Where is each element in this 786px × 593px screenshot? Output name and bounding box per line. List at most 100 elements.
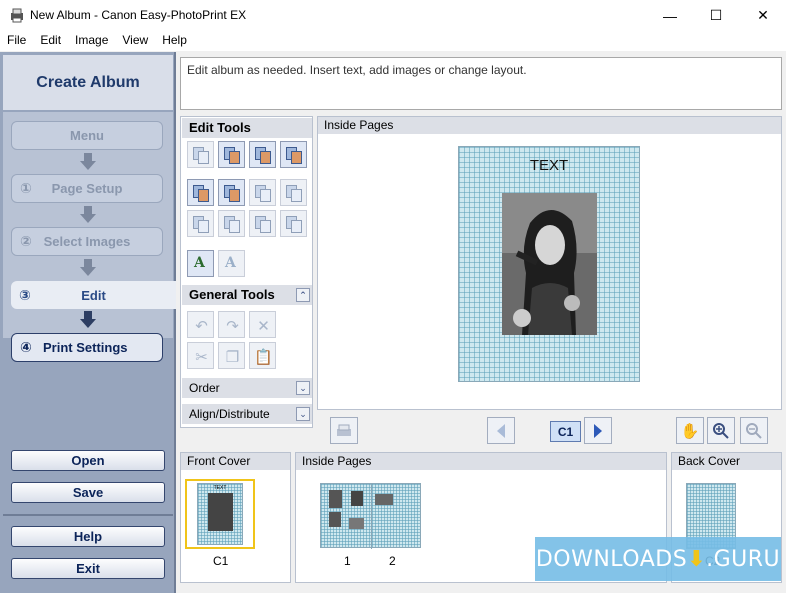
thumb-photo [351,491,363,506]
instruction-panel: Edit album as needed. Insert text, add i… [180,57,782,110]
down-arrow-icon [80,311,96,329]
duplicate-icon[interactable] [218,210,245,237]
back-cover-title: Back Cover [672,453,781,470]
front-cover-label: C1 [213,554,229,568]
bring-forward-icon[interactable] [187,141,214,168]
album-page[interactable]: TEXT [458,146,640,382]
exit-button[interactable]: Exit [11,558,165,579]
thumb-photo [375,494,393,505]
thumb-photo [329,490,342,508]
add-image-icon[interactable] [218,179,245,206]
step-number: ④ [20,339,32,355]
down-arrow-icon [80,259,96,277]
effect-icon[interactable] [280,210,307,237]
menu-view[interactable]: View [115,31,155,51]
step-page-setup[interactable]: ① Page Setup [11,174,163,203]
step-select-images-label: Select Images [43,234,131,249]
step-print-settings[interactable]: ④ Print Settings [11,333,163,362]
step-print-settings-label: Print Settings [43,340,128,355]
replace-image-icon[interactable] [249,179,276,206]
previous-page-icon[interactable] [487,417,515,444]
step-menu-label: Menu [70,128,104,143]
divider [3,514,173,516]
create-album-heading: Create Album [3,55,173,110]
instruction-text: Edit album as needed. Insert text, add i… [187,63,527,77]
window-title: New Album - Canon Easy-PhotoPrint EX [30,8,247,22]
step-number: ③ [19,286,31,303]
watermark-suffix: .GURU [706,546,781,572]
open-button[interactable]: Open [11,450,165,471]
add-frame-icon[interactable] [187,179,214,206]
undo-icon[interactable]: ↶ [187,311,214,338]
close-button[interactable]: ✕ [740,0,786,31]
thumb-photo [349,518,364,529]
maximize-button[interactable]: ☐ [693,0,739,31]
inside-pages-title: Inside Pages [296,453,666,470]
page-photo[interactable] [502,193,597,335]
background-icon[interactable] [280,141,307,168]
text-settings-icon[interactable]: A [218,250,245,277]
editor-title: Inside Pages [318,117,781,134]
printer-app-icon [11,8,23,23]
edit-tools-header: Edit Tools [182,118,312,138]
inside-spread-thumbnail[interactable] [320,483,421,549]
print-preview-icon[interactable] [330,417,358,444]
order-label: Order [189,381,220,395]
hand-tool-icon[interactable]: ✋ [676,417,704,444]
expand-icon[interactable]: ⌄ [296,381,310,395]
paste-icon[interactable]: 📋 [249,342,276,369]
save-button[interactable]: Save [11,482,165,503]
singer-photo [502,193,597,335]
crop-icon[interactable] [187,210,214,237]
general-tools-header: General Tools ⌃ [182,285,312,305]
inside-pages-editor: Inside Pages TEXT [317,116,782,410]
tools-panel: Edit Tools A A General Tools ⌃ ↶ ↷ ✕ ✂ ❐… [180,116,313,428]
down-arrow-icon [80,153,96,171]
step-number: ① [20,180,32,196]
current-page-label: C1 [550,421,581,442]
redo-icon[interactable]: ↷ [218,311,245,338]
zoom-in-icon[interactable] [707,417,735,444]
page-1-label: 1 [344,554,351,568]
thumb-text: TEXT [213,485,227,491]
minimize-button[interactable]: — [647,0,693,31]
step-select-images[interactable]: ② Select Images [11,227,163,256]
front-cover-panel: Front Cover TEXT C1 [180,452,291,583]
step-edit-label: Edit [81,287,106,303]
title-bar: New Album - Canon Easy-PhotoPrint EX — ☐… [0,0,786,31]
zoom-out-icon[interactable] [740,417,768,444]
help-button[interactable]: Help [11,526,165,547]
menu-image[interactable]: Image [68,31,115,51]
menu-help[interactable]: Help [155,31,194,51]
step-menu[interactable]: Menu [11,121,163,150]
front-cover-thumbnail[interactable]: TEXT [185,479,255,549]
downloads-guru-watermark: DOWNLOADS ⬇ .GURU [535,537,781,581]
menu-edit[interactable]: Edit [33,31,68,51]
front-cover-title: Front Cover [181,453,290,470]
navigation-row: C1 ✋ [180,412,782,448]
thumb-photo [208,493,233,531]
page-2-label: 2 [389,554,396,568]
page-text-box[interactable]: TEXT [459,157,639,174]
order-section[interactable]: Order ⌄ [182,378,312,398]
copy-icon[interactable]: ❐ [218,342,245,369]
general-tools-label: General Tools [189,287,275,302]
download-arrow-icon: ⬇ [687,546,707,572]
next-page-icon[interactable] [584,417,612,444]
image-icon[interactable] [280,179,307,206]
step-edit[interactable]: ③ Edit [11,281,176,309]
edit-image-icon[interactable] [218,141,245,168]
down-arrow-icon [80,206,96,224]
collapse-icon[interactable]: ⌃ [296,288,310,302]
step-number: ② [20,233,32,249]
menu-bar: File Edit Image View Help [0,31,786,51]
add-text-icon[interactable]: A [187,250,214,277]
step-page-setup-label: Page Setup [51,181,123,196]
delete-icon[interactable]: ✕ [249,311,276,338]
layout-icon[interactable] [249,141,276,168]
rotate-icon[interactable] [249,210,276,237]
cut-icon[interactable]: ✂ [187,342,214,369]
left-pane: Create Album Menu ① Page Setup ② Select … [0,52,176,593]
watermark-text: DOWNLOADS [535,546,688,572]
menu-file[interactable]: File [0,31,33,51]
